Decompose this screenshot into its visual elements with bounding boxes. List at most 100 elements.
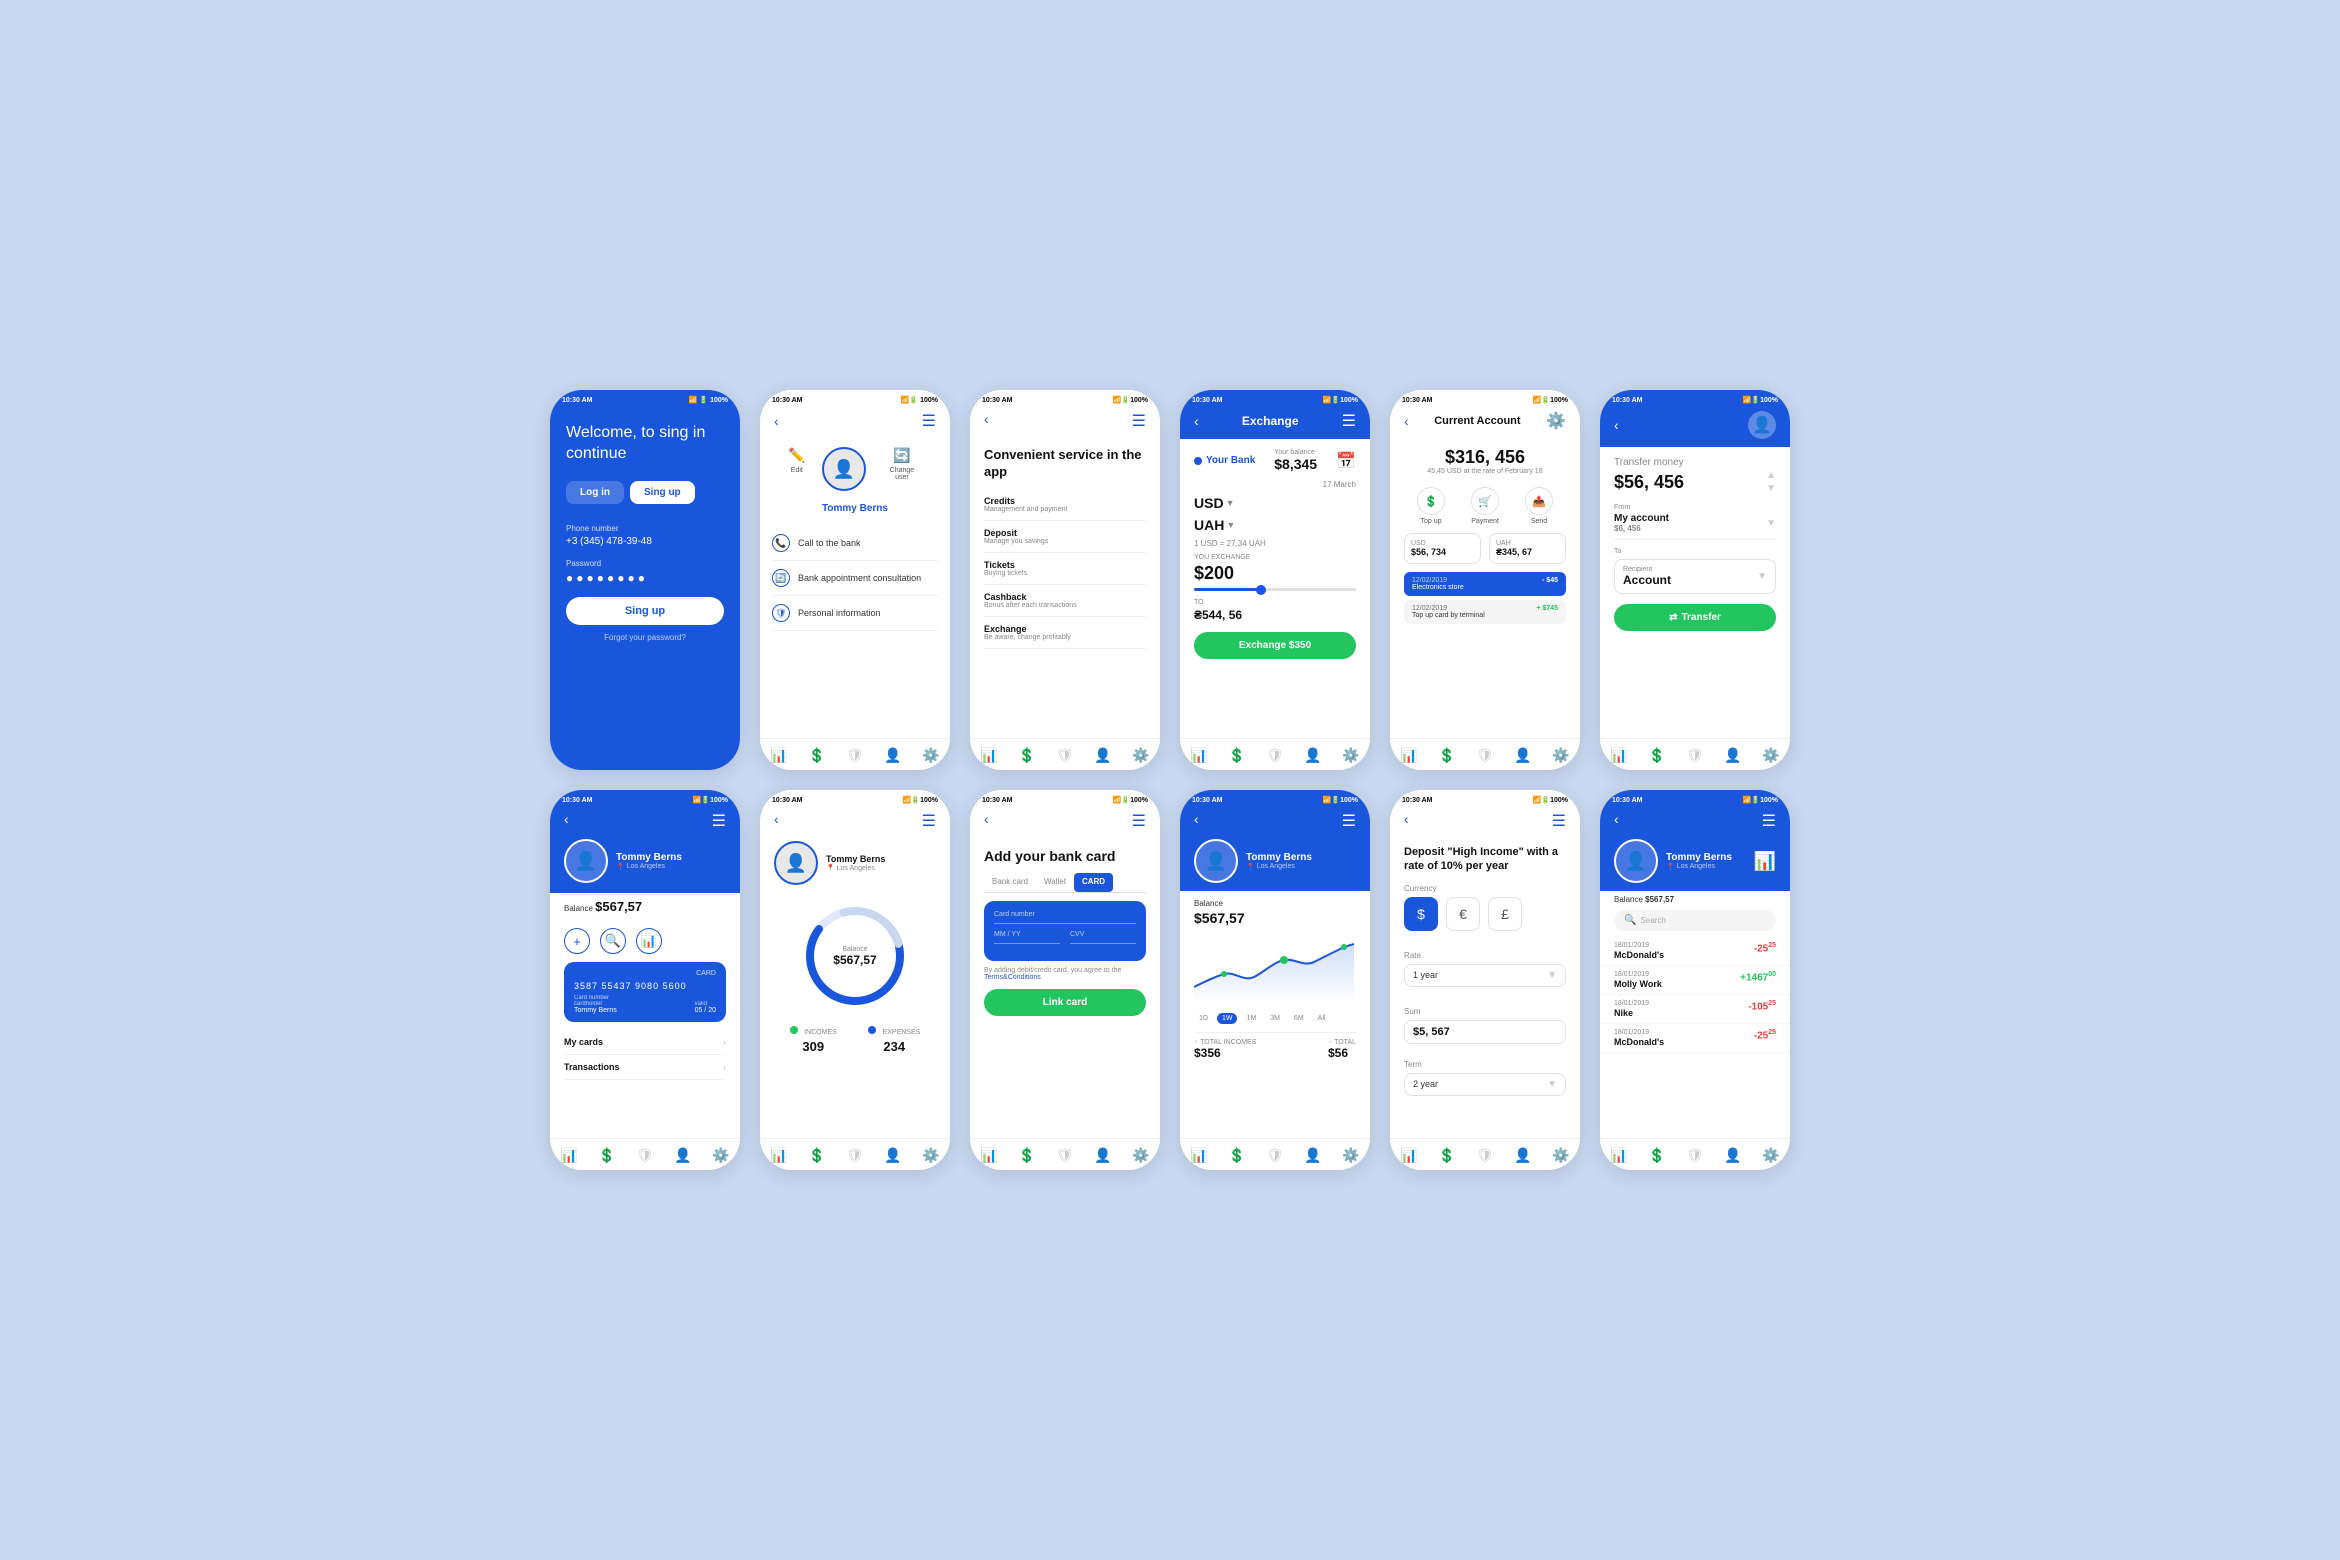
nav-user-6[interactable]: 👤 — [1724, 747, 1741, 764]
recipient-box[interactable]: Recipient Account ▼ — [1614, 559, 1776, 594]
transfer-button[interactable]: ⇄ Transfer — [1614, 604, 1776, 631]
link-card-button[interactable]: Link card — [984, 989, 1146, 1016]
nav-chart-2[interactable]: 📊 — [770, 747, 787, 764]
nav-shield-12[interactable]: 🛡 — [1686, 1147, 1704, 1164]
nav-chart-9[interactable]: 📊 — [980, 1147, 997, 1164]
my-cards-item[interactable]: My cards › — [564, 1030, 726, 1055]
nav-user-12[interactable]: 👤 — [1724, 1147, 1741, 1164]
change-user-btn[interactable]: 🔄 Change user — [882, 447, 922, 491]
nav-shield-11[interactable]: 🛡 — [1476, 1147, 1494, 1164]
back-icon-5[interactable]: ‹ — [1404, 413, 1409, 429]
menu-icon-7[interactable]: ☰ — [712, 811, 726, 831]
back-icon-4[interactable]: ‹ — [1194, 413, 1199, 429]
card-number-input[interactable] — [994, 920, 1136, 924]
exchange-slider[interactable] — [1194, 588, 1356, 591]
nav-shield-4[interactable]: 🛡 — [1266, 747, 1284, 764]
nav-gear-8[interactable]: ⚙️ — [922, 1147, 939, 1164]
nav-dollar-9[interactable]: 💲 — [1018, 1147, 1035, 1164]
service-deposit[interactable]: Deposit Manage you savings — [984, 521, 1146, 553]
nav-dollar-6[interactable]: 💲 — [1648, 747, 1665, 764]
back-icon-6[interactable]: ‹ — [1614, 417, 1619, 433]
payment-action[interactable]: 🛒 Payment — [1471, 487, 1499, 525]
back-icon-2[interactable]: ‹ — [774, 413, 779, 429]
chart-icon-12[interactable]: 📊 — [1754, 851, 1776, 872]
menu-item-personal[interactable]: 🛡 Personal information — [772, 596, 938, 631]
currency-to[interactable]: UAH ▼ — [1194, 517, 1356, 533]
nav-dollar-8[interactable]: 💲 — [808, 1147, 825, 1164]
main-signup-button[interactable]: Sing up — [566, 597, 724, 625]
currency-gbp-btn[interactable]: £ — [1488, 897, 1522, 931]
nav-gear-9[interactable]: ⚙️ — [1132, 1147, 1149, 1164]
transaction-item-2[interactable]: 12/02/2019 Top up card by terminal + $74… — [1404, 600, 1566, 624]
menu-item-appointment[interactable]: 🔄 Bank appointment consultation — [772, 561, 938, 596]
nav-chart-7[interactable]: 📊 — [560, 1147, 577, 1164]
currency-from[interactable]: USD ▼ — [1194, 495, 1234, 511]
forgot-password[interactable]: Forgot your password? — [566, 633, 724, 642]
gear-icon-5[interactable]: ⚙️ — [1546, 411, 1566, 431]
nav-gear-6[interactable]: ⚙️ — [1762, 747, 1779, 764]
nav-chart-11[interactable]: 📊 — [1400, 1147, 1417, 1164]
filter-3m[interactable]: 3M — [1265, 1013, 1285, 1024]
transactions-item[interactable]: Transactions › — [564, 1055, 726, 1080]
search-card-btn[interactable]: 🔍 — [600, 928, 626, 954]
nav-dollar-10[interactable]: 💲 — [1228, 1147, 1245, 1164]
nav-shield-10[interactable]: 🛡 — [1266, 1147, 1284, 1164]
nav-user-3[interactable]: 👤 — [1094, 747, 1111, 764]
login-button[interactable]: Log in — [566, 481, 624, 504]
filter-all[interactable]: All — [1313, 1013, 1331, 1024]
back-icon-3[interactable]: ‹ — [984, 411, 989, 431]
menu-icon-8[interactable]: ☰ — [922, 811, 936, 831]
nav-user-2[interactable]: 👤 — [884, 747, 901, 764]
filter-6m[interactable]: 6M — [1289, 1013, 1309, 1024]
txn-2[interactable]: 18/01/2019 Molly Work +146700 — [1600, 966, 1790, 995]
add-card-btn[interactable]: + — [564, 928, 590, 954]
transaction-item-1[interactable]: 12/02/2019 Electronics store - $45 — [1404, 572, 1566, 596]
send-action[interactable]: 📤 Send — [1525, 487, 1553, 525]
nav-user-8[interactable]: 👤 — [884, 1147, 901, 1164]
tab-wallet[interactable]: Wallet — [1036, 873, 1074, 892]
back-icon-7[interactable]: ‹ — [564, 811, 569, 831]
expiry-input[interactable] — [994, 940, 1060, 944]
nav-shield-9[interactable]: 🛡 — [1056, 1147, 1074, 1164]
txn-1[interactable]: 18/01/2019 McDonald's -2525 — [1600, 937, 1790, 966]
nav-chart-4[interactable]: 📊 — [1190, 747, 1207, 764]
nav-chart-8[interactable]: 📊 — [770, 1147, 787, 1164]
nav-dollar-11[interactable]: 💲 — [1438, 1147, 1455, 1164]
nav-chart-10[interactable]: 📊 — [1190, 1147, 1207, 1164]
back-icon-11[interactable]: ‹ — [1404, 811, 1409, 831]
filter-1w[interactable]: 1W — [1217, 1013, 1238, 1024]
menu-icon-4[interactable]: ☰ — [1342, 411, 1356, 431]
nav-gear-10[interactable]: ⚙️ — [1342, 1147, 1359, 1164]
nav-dollar-7[interactable]: 💲 — [598, 1147, 615, 1164]
nav-gear-5[interactable]: ⚙️ — [1552, 747, 1569, 764]
nav-shield-5[interactable]: 🛡 — [1476, 747, 1494, 764]
currency-eur-btn[interactable]: € — [1446, 897, 1480, 931]
chart-card-btn[interactable]: 📊 — [636, 928, 662, 954]
nav-chart-3[interactable]: 📊 — [980, 747, 997, 764]
nav-shield-6[interactable]: 🛡 — [1686, 747, 1704, 764]
nav-gear-12[interactable]: ⚙️ — [1762, 1147, 1779, 1164]
nav-user-4[interactable]: 👤 — [1304, 747, 1321, 764]
cvv-input[interactable] — [1070, 940, 1136, 944]
nav-user-5[interactable]: 👤 — [1514, 747, 1531, 764]
service-cashback[interactable]: Cashback Bonus after each transactions — [984, 585, 1146, 617]
nav-chart-12[interactable]: 📊 — [1610, 1147, 1627, 1164]
nav-gear-4[interactable]: ⚙️ — [1342, 747, 1359, 764]
back-icon-8[interactable]: ‹ — [774, 811, 779, 831]
nav-shield-7[interactable]: 🛡 — [636, 1147, 654, 1164]
menu-icon-12[interactable]: ☰ — [1762, 811, 1776, 831]
nav-user-9[interactable]: 👤 — [1094, 1147, 1111, 1164]
currency-usd-btn[interactable]: $ — [1404, 897, 1438, 931]
rate-select[interactable]: 1 year ▼ — [1404, 964, 1566, 987]
service-credits[interactable]: Credits Management and payment — [984, 489, 1146, 521]
nav-chart-6[interactable]: 📊 — [1610, 747, 1627, 764]
sum-input[interactable]: $5, 567 — [1404, 1020, 1566, 1044]
menu-icon-11[interactable]: ☰ — [1552, 811, 1566, 831]
nav-user-7[interactable]: 👤 — [674, 1147, 691, 1164]
filter-1m[interactable]: 1M — [1241, 1013, 1261, 1024]
nav-chart-5[interactable]: 📊 — [1400, 747, 1417, 764]
txn-3[interactable]: 18/01/2019 Nike -10525 — [1600, 995, 1790, 1024]
nav-shield-3[interactable]: 🛡 — [1056, 747, 1074, 764]
service-tickets[interactable]: Tickets Buying tickets — [984, 553, 1146, 585]
tab-card[interactable]: CARD — [1074, 873, 1113, 892]
